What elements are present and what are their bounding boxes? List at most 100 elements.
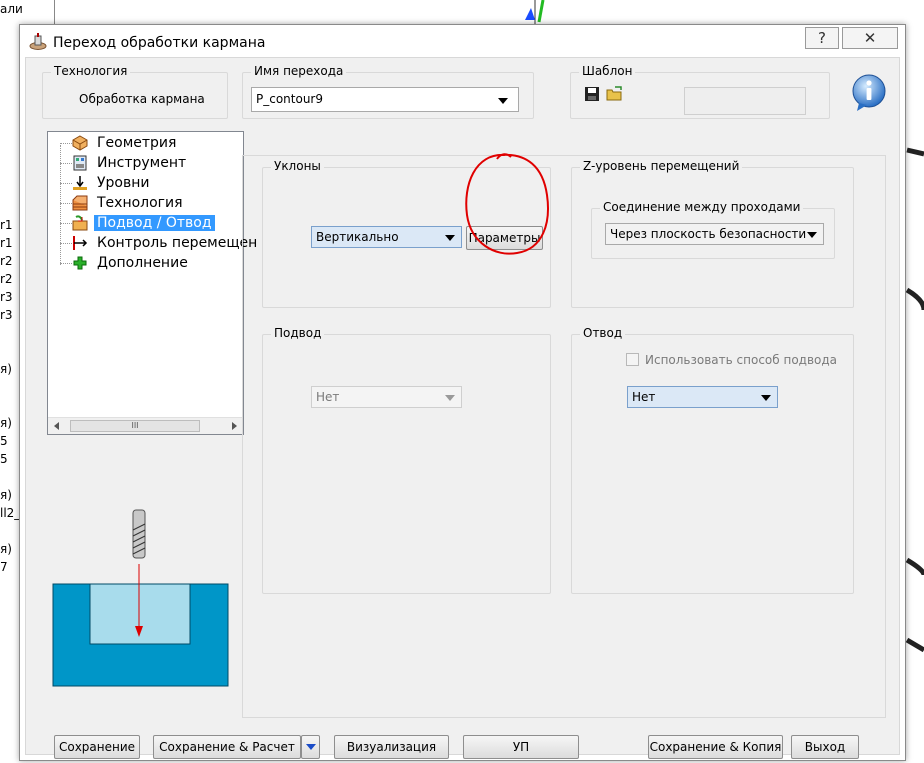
open-template-icon[interactable] [606, 86, 624, 102]
bg-label: али [0, 2, 23, 16]
save-template-icon[interactable] [584, 86, 600, 102]
technology-legend: Технология [51, 64, 131, 78]
pass-connection-legend: Соединение между проходами [600, 200, 804, 214]
z-level-legend: Z-уровень перемещений [580, 159, 743, 173]
retract-group: Отвод Использовать способ подвода Нет [571, 326, 854, 594]
pass-connection-group: Соединение между проходами Через плоскос… [591, 200, 835, 259]
retract-legend: Отвод [580, 326, 626, 340]
tree-horizontal-scrollbar[interactable]: III [48, 417, 243, 434]
pocket-operation-dialog: Переход обработки кармана ? ✕ Технология… [19, 24, 906, 761]
tree-item-label: Подвод / Отвод [94, 215, 215, 231]
bg-label: r1 [0, 236, 13, 250]
tree-item-additional[interactable]: Дополнение [72, 253, 191, 273]
settings-tree[interactable]: Геометрия Инструмент Уровни Технология П… [47, 131, 257, 435]
bg-label: r3 [0, 290, 13, 304]
save-and-calculate-button[interactable]: Сохранение & Расчет [153, 735, 301, 759]
scroll-thumb[interactable]: III [70, 420, 200, 432]
levels-icon [72, 175, 88, 191]
chevron-down-icon [761, 395, 771, 401]
tree-item-label: Инструмент [97, 155, 187, 171]
chevron-down-icon [498, 98, 508, 104]
tree-item-label: Геометрия [97, 135, 177, 151]
exit-button[interactable]: Выход [791, 735, 859, 759]
tree-line [60, 163, 72, 165]
lead-in-preview [52, 509, 229, 687]
tree-item-technology[interactable]: Технология [72, 193, 186, 213]
additional-icon [72, 255, 88, 271]
tree-line [60, 203, 72, 205]
tree-item-motion-control[interactable]: Контроль перемещен [72, 233, 260, 253]
dialog-title: Переход обработки кармана [53, 35, 266, 51]
bg-label: r1 [0, 218, 13, 232]
z-level-group: Z-уровень перемещений Соединение между п… [571, 159, 854, 308]
retract-combo[interactable]: Нет [627, 386, 778, 408]
annotation-circle [465, 153, 549, 255]
technology-icon [72, 195, 88, 211]
use-approach-label: Использовать способ подвода [645, 353, 838, 367]
slopes-mode-combo[interactable]: Вертикально [311, 226, 462, 248]
bg-label: я) [0, 362, 12, 376]
bg-label: я) [0, 488, 12, 502]
step-name-value: P_contour9 [256, 92, 324, 106]
bg-label: 7 [0, 560, 8, 574]
step-name-group: Имя перехода P_contour9 [242, 64, 534, 119]
help-button[interactable]: ? [805, 27, 839, 49]
technology-value: Обработка кармана [79, 92, 205, 106]
pass-connection-combo[interactable]: Через плоскость безопасности [605, 223, 824, 245]
bg-label: r2 [0, 254, 13, 268]
bg-label: 5 [0, 452, 8, 466]
approach-value: Нет [316, 390, 340, 404]
approach-group: Подвод Нет [262, 326, 551, 594]
save-options-dropdown[interactable] [301, 735, 320, 759]
visualization-button[interactable]: Визуализация [334, 735, 449, 759]
template-legend: Шаблон [579, 64, 636, 78]
nc-program-button[interactable]: УП [463, 735, 579, 759]
background-app-left: али r1 r1 r2 r2 r3 r3 я) я) 5 5 я) ll2_ … [0, 0, 23, 763]
tree-item-levels[interactable]: Уровни [72, 173, 153, 193]
bg-label: ll2_ [0, 506, 21, 520]
tree-item-label: Уровни [97, 175, 150, 191]
tree-item-tool[interactable]: Инструмент [72, 153, 189, 173]
app-icon [29, 33, 47, 50]
bg-label: 5 [0, 434, 8, 448]
close-button[interactable]: ✕ [842, 27, 898, 49]
slopes-mode-value: Вертикально [316, 230, 399, 244]
tree-item-geometry[interactable]: Геометрия [72, 133, 179, 153]
technology-group: Технология Обработка кармана [42, 64, 228, 119]
approach-combo[interactable]: Нет [311, 386, 462, 408]
chevron-down-icon [305, 744, 316, 750]
slopes-legend: Уклоны [271, 159, 324, 173]
geometry-icon [72, 135, 88, 151]
scroll-left-icon[interactable] [54, 422, 59, 430]
info-icon[interactable] [849, 72, 891, 114]
scroll-right-icon[interactable] [232, 422, 237, 430]
step-name-combo[interactable]: P_contour9 [251, 87, 519, 112]
tool-icon [72, 155, 88, 171]
template-field[interactable] [684, 87, 806, 115]
save-and-copy-button[interactable]: Сохранение & Копия [648, 735, 783, 759]
tree-item-lead-in-out[interactable]: Подвод / Отвод [72, 213, 215, 233]
tree-item-label: Технология [97, 195, 183, 211]
motion-control-icon [72, 235, 88, 251]
save-button[interactable]: Сохранение [54, 735, 140, 759]
tree-line [60, 223, 72, 225]
tree-item-label: Дополнение [97, 255, 188, 271]
tree-line [60, 143, 72, 145]
tree-line [60, 243, 72, 245]
chevron-down-icon [445, 235, 455, 241]
use-approach-checkbox[interactable] [626, 353, 639, 366]
pass-connection-value: Через плоскость безопасности [610, 227, 807, 241]
approach-legend: Подвод [271, 326, 325, 340]
bg-label: я) [0, 416, 12, 430]
background-divider [54, 0, 55, 26]
title-bar[interactable]: Переход обработки кармана ? ✕ [20, 25, 905, 57]
chevron-down-icon [807, 232, 817, 238]
template-group: Шаблон [570, 64, 830, 119]
chevron-down-icon [445, 395, 455, 401]
tree-line [60, 263, 72, 265]
step-name-legend: Имя перехода [251, 64, 347, 78]
bg-label: r3 [0, 308, 13, 322]
bg-label: я) [0, 542, 12, 556]
tree-line [60, 183, 72, 185]
lead-in-out-icon [72, 215, 88, 231]
